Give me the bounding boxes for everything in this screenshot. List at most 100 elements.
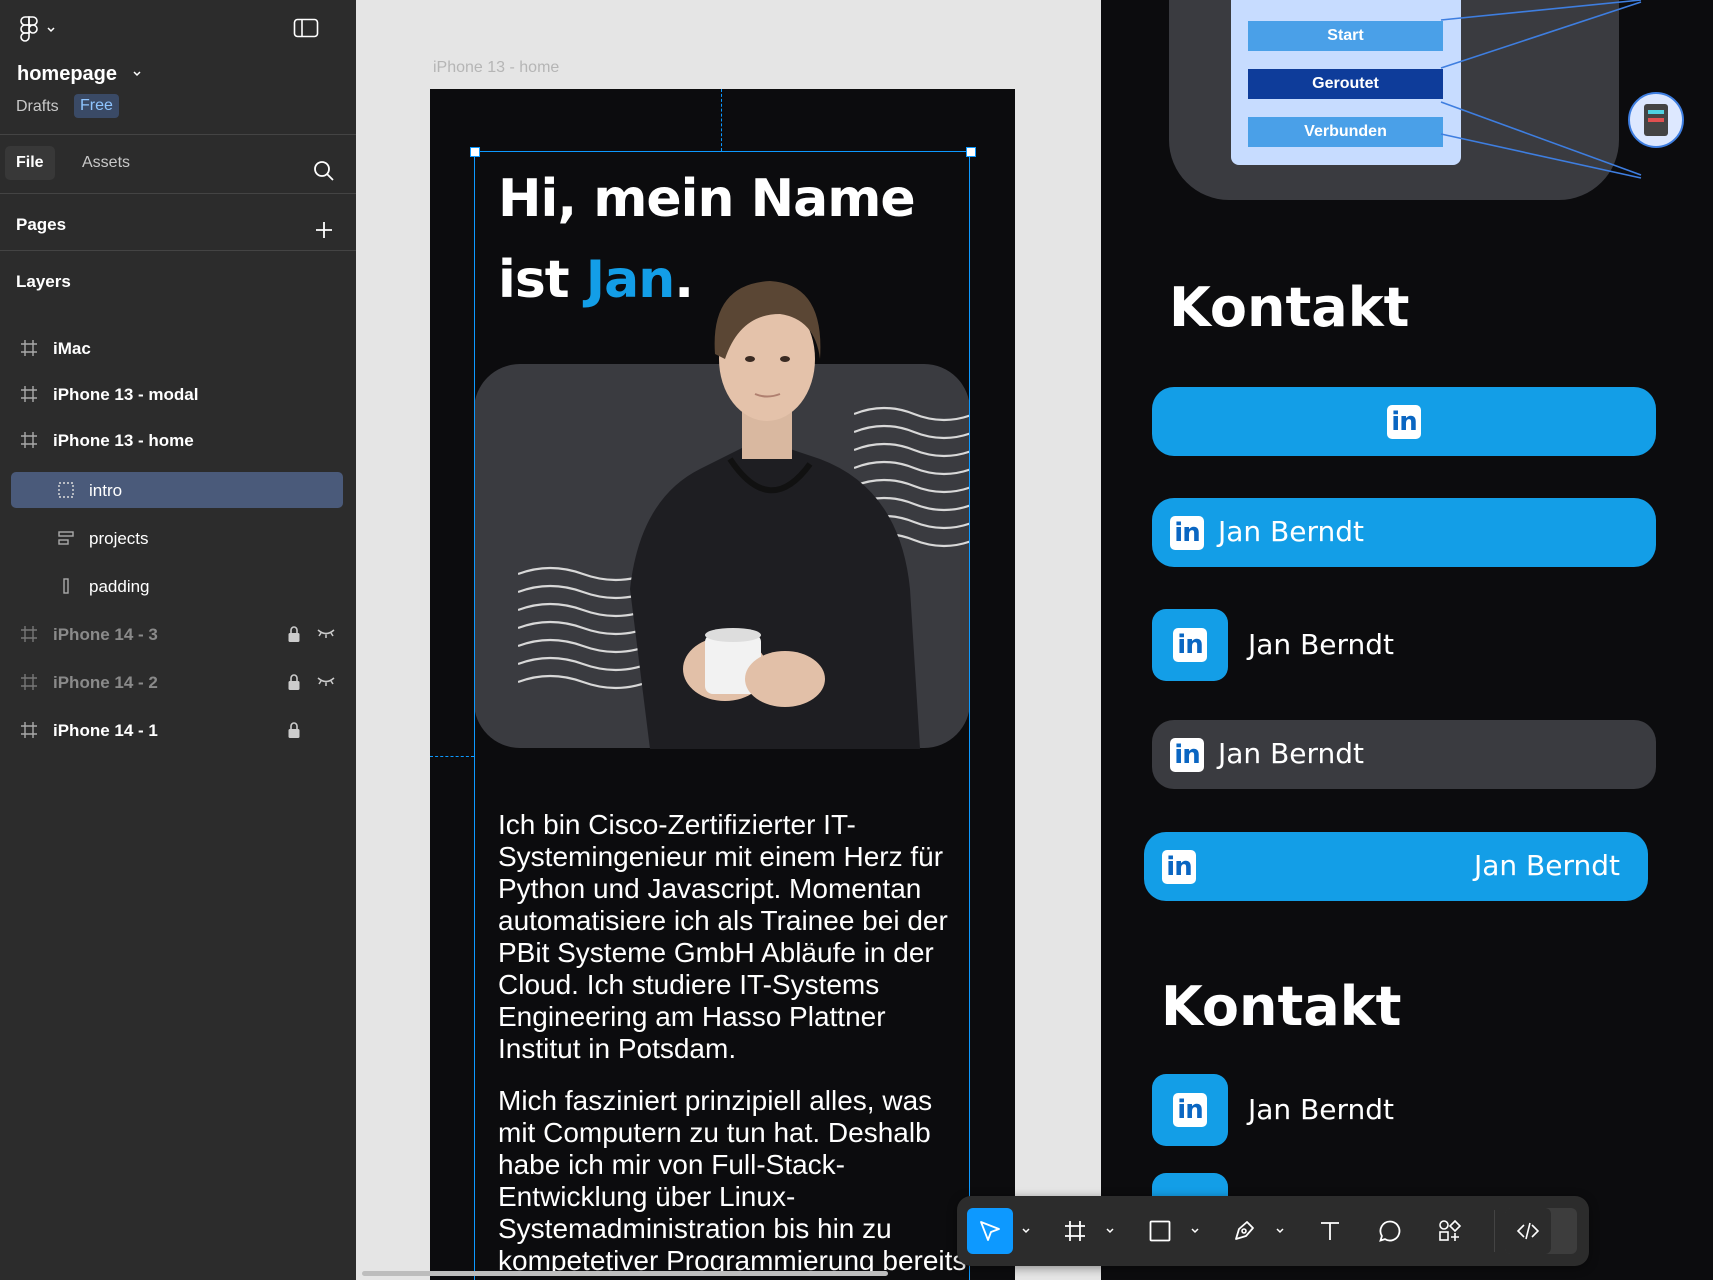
layer-projects[interactable]: projects bbox=[0, 516, 356, 560]
diagram-connectors bbox=[1440, 0, 1684, 179]
tab-file-label: File bbox=[16, 154, 44, 171]
layer-label: iPhone 13 - home bbox=[53, 431, 194, 450]
linkedin-dark-button[interactable]: in Jan Berndt bbox=[1152, 720, 1656, 789]
diagram-item-label: Start bbox=[1327, 27, 1364, 44]
layer-imac[interactable]: iMac bbox=[0, 326, 356, 370]
linkedin-icon-tile: in bbox=[1152, 609, 1228, 681]
frame-icon bbox=[21, 386, 37, 402]
layer-label: iPhone 13 - modal bbox=[53, 385, 199, 404]
frame-icon bbox=[1065, 1221, 1085, 1241]
chevron-down-icon[interactable] bbox=[1105, 1226, 1115, 1236]
frame-icon bbox=[21, 674, 37, 690]
move-tool-button[interactable] bbox=[967, 1208, 1013, 1254]
contact-heading: Kontakt bbox=[1161, 975, 1402, 1038]
chevron-down-icon bbox=[47, 27, 55, 33]
spacing-guide bbox=[721, 89, 722, 151]
linkedin-icon: in bbox=[1162, 850, 1196, 884]
lock-icon[interactable] bbox=[287, 721, 301, 739]
chevron-down-icon[interactable] bbox=[1021, 1226, 1031, 1236]
pen-tool-button[interactable] bbox=[1221, 1208, 1267, 1254]
linkedin-contact-row[interactable]: in Jan Berndt bbox=[1152, 609, 1656, 681]
figma-logo-icon bbox=[20, 16, 38, 42]
layer-padding[interactable]: padding bbox=[0, 564, 356, 608]
contact-name: Jan Berndt bbox=[1248, 628, 1395, 661]
frame-icon bbox=[21, 340, 37, 356]
actions-icon bbox=[1439, 1219, 1462, 1241]
layer-label: intro bbox=[89, 481, 123, 500]
divider bbox=[0, 193, 356, 194]
resize-handle[interactable] bbox=[470, 147, 480, 157]
plan-badge: Free bbox=[74, 94, 119, 118]
layer-iphone-14-1[interactable]: iPhone 14 - 1 bbox=[0, 708, 356, 752]
layer-intro[interactable]: intro bbox=[0, 468, 356, 512]
layer-iphone-14-2[interactable]: iPhone 14 - 2 bbox=[0, 660, 356, 704]
toolbar-divider bbox=[1494, 1210, 1495, 1252]
comment-tool-button[interactable] bbox=[1367, 1208, 1413, 1254]
actions-tool-button[interactable] bbox=[1427, 1208, 1473, 1254]
text-tool-button[interactable] bbox=[1307, 1208, 1353, 1254]
left-sidebar: homepage Drafts Free File Assets Pages L… bbox=[0, 0, 356, 1280]
tab-assets[interactable]: Assets bbox=[82, 154, 130, 172]
pages-heading: Pages bbox=[16, 215, 67, 234]
horizontal-scrollbar[interactable] bbox=[362, 1271, 888, 1276]
shape-tool-button[interactable] bbox=[1137, 1208, 1183, 1254]
rectangle-icon bbox=[63, 578, 69, 594]
project-name[interactable]: Drafts bbox=[16, 97, 59, 117]
search-icon[interactable] bbox=[313, 160, 335, 182]
lock-icon[interactable] bbox=[287, 625, 301, 643]
frame-label[interactable]: iPhone 13 - home bbox=[433, 58, 559, 78]
layer-iphone-14-3[interactable]: iPhone 14 - 3 bbox=[0, 612, 356, 656]
frame-icon bbox=[21, 626, 37, 642]
linkedin-name-button[interactable]: in Jan Berndt bbox=[1152, 498, 1656, 567]
contact-name: Jan Berndt bbox=[1248, 1093, 1395, 1126]
contact-name: Jan Berndt bbox=[1473, 849, 1620, 882]
linkedin-icon: in bbox=[1170, 516, 1204, 550]
linkedin-icon: in bbox=[1387, 405, 1421, 439]
chevron-down-icon[interactable] bbox=[1190, 1226, 1200, 1236]
auto-layout-icon bbox=[58, 531, 74, 545]
spacing-guide bbox=[430, 756, 474, 757]
linkedin-right-aligned-button[interactable]: in Jan Berndt bbox=[1144, 832, 1648, 901]
linkedin-contact-row[interactable]: in Jan Berndt bbox=[1152, 1074, 1656, 1146]
chevron-down-icon[interactable] bbox=[1275, 1226, 1285, 1236]
linkedin-icon-tile: in bbox=[1152, 1074, 1228, 1146]
layer-label: padding bbox=[89, 577, 150, 596]
pen-icon bbox=[1235, 1221, 1254, 1240]
comment-icon bbox=[1379, 1220, 1401, 1242]
dev-mode-toggle[interactable] bbox=[1505, 1208, 1577, 1254]
iphone-frame-right[interactable]: Start Geroutet Verbunden Kontakt in in J… bbox=[1101, 0, 1713, 1280]
hidden-eye-icon[interactable] bbox=[316, 674, 336, 688]
diagram-item-label: Verbunden bbox=[1304, 123, 1387, 140]
sidebar-toggle-icon[interactable] bbox=[293, 17, 319, 39]
linkedin-icon: in bbox=[1173, 1093, 1207, 1127]
layer-label: iPhone 14 - 2 bbox=[53, 673, 158, 692]
frame-tool-button[interactable] bbox=[1052, 1208, 1098, 1254]
lock-icon[interactable] bbox=[287, 673, 301, 691]
selection-box[interactable] bbox=[474, 151, 970, 1280]
iphone-13-home-frame[interactable]: Hi, mein Name ist Jan. Ich bin Cisco-Zer… bbox=[430, 89, 1015, 1280]
contact-name: Jan Berndt bbox=[1218, 515, 1365, 548]
resize-handle[interactable] bbox=[966, 147, 976, 157]
chevron-down-icon[interactable] bbox=[132, 70, 142, 78]
contact-name: Jan Berndt bbox=[1218, 737, 1365, 770]
tab-file[interactable]: File bbox=[5, 146, 55, 180]
layer-iphone-13-modal[interactable]: iPhone 13 - modal bbox=[0, 372, 356, 416]
layer-label: projects bbox=[89, 529, 149, 548]
linkedin-icon-button[interactable]: in bbox=[1152, 387, 1656, 456]
layer-label: iPhone 14 - 1 bbox=[53, 721, 158, 740]
frame-icon bbox=[21, 722, 37, 738]
add-page-icon[interactable] bbox=[315, 221, 333, 239]
divider bbox=[0, 250, 356, 251]
divider bbox=[0, 134, 356, 135]
linkedin-icon: in bbox=[1170, 738, 1204, 772]
figma-menu-button[interactable] bbox=[16, 14, 60, 44]
contact-heading: Kontakt bbox=[1169, 276, 1410, 339]
linkedin-icon: in bbox=[1173, 628, 1207, 662]
file-name[interactable]: homepage bbox=[17, 62, 117, 86]
layer-label: iMac bbox=[53, 339, 91, 358]
code-icon bbox=[1516, 1222, 1540, 1240]
layer-iphone-13-home[interactable]: iPhone 13 - home bbox=[0, 418, 356, 462]
hidden-eye-icon[interactable] bbox=[316, 626, 336, 640]
section-icon bbox=[58, 482, 74, 498]
text-icon bbox=[1321, 1222, 1339, 1240]
